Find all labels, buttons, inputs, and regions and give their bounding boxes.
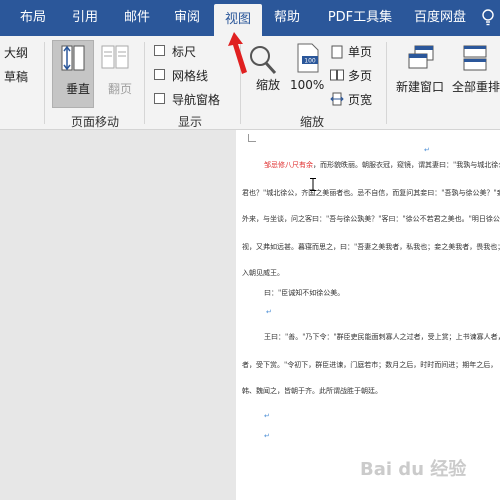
- paragraph-mark: ↵: [264, 412, 270, 420]
- draft-view-button[interactable]: 草稿: [4, 68, 28, 85]
- doc-line: 者，受下赏。"令初下，群臣进谏，门庭若市；数月之后，时时而间进；期年之后，: [242, 361, 498, 369]
- vertical-label: 垂直: [66, 82, 91, 96]
- doc-line: 视，又弗如远甚。暮寝而思之，曰："吾妻之美我者，私我也；妾之美我者，畏我也；: [242, 243, 500, 251]
- document-page[interactable]: [236, 130, 500, 500]
- tab-baidu-netdisk[interactable]: 百度网盘: [404, 0, 476, 36]
- doc-line: 君也？"城北徐公，齐国之美丽者也。忌不自信，而复问其妾曰："吾孰与徐公美？"妾: [242, 189, 500, 197]
- multiple-pages-label[interactable]: 多页: [348, 67, 372, 84]
- outline-view-button[interactable]: 大纲: [4, 44, 28, 61]
- zoom-label: 缩放: [256, 78, 281, 92]
- side-to-side-label: 翻页: [108, 82, 133, 96]
- margin-corner-mark: [248, 134, 256, 142]
- gridlines-checkbox[interactable]: [154, 69, 165, 80]
- one-page-icon[interactable]: [330, 44, 344, 63]
- vertical-pages-icon: [58, 44, 88, 76]
- ruler-label: 标尺: [172, 45, 197, 59]
- doc-line: 王曰："善。"乃下令："群臣吏民能面刺寡人之过者，受上赏；上书谏寡人者，: [264, 333, 500, 341]
- arrange-all-label: 全部重排: [452, 80, 500, 94]
- tab-references[interactable]: 引用: [62, 0, 108, 36]
- new-window-label: 新建窗口: [396, 80, 445, 94]
- red-arrow-annotation: [228, 32, 247, 74]
- one-page-label[interactable]: 单页: [348, 43, 372, 60]
- doc-line: 曰："臣诚知不如徐公美。: [264, 289, 345, 297]
- group-separator: [144, 42, 145, 124]
- doc-line: 韩、魏闻之，皆朝于齐。此所谓战胜于朝廷。: [242, 387, 382, 395]
- side-to-side-icon[interactable]: [100, 44, 130, 76]
- arrange-all-icon[interactable]: [460, 44, 490, 76]
- new-window-icon[interactable]: [406, 44, 436, 76]
- paragraph-mark: ↵: [424, 146, 430, 154]
- svg-text:100: 100: [304, 58, 316, 65]
- paragraph-mark: ↵: [266, 308, 272, 316]
- zoom-group-label: 缩放: [299, 115, 324, 129]
- tab-pdf-tools[interactable]: PDF工具集: [322, 0, 398, 36]
- text-cursor-icon: [310, 178, 316, 191]
- hundred-percent-label: 100%: [290, 78, 325, 92]
- lightbulb-icon[interactable]: [476, 0, 500, 36]
- page-width-label[interactable]: 页宽: [348, 91, 372, 108]
- navigation-pane-checkbox[interactable]: [154, 93, 165, 104]
- doc-line: 外来，与坐谈，问之客曰："吾与徐公孰美？"客曰："徐公不若君之美也。"明日徐公来: [242, 215, 500, 223]
- multiple-pages-icon[interactable]: [330, 67, 344, 86]
- doc-line: 邹忌修八尺有余，而形貌昳丽。朝服衣冠，窥镜，谓其妻曰："我孰与城北徐公: [264, 161, 500, 169]
- show-group-label: 显示: [177, 115, 202, 129]
- group-separator: [44, 42, 45, 124]
- gridlines-label: 网格线: [172, 69, 209, 83]
- tab-mailings[interactable]: 邮件: [114, 0, 160, 36]
- navigation-pane-label: 导航窗格: [172, 93, 221, 107]
- tab-review[interactable]: 审阅: [164, 0, 210, 36]
- paragraph-mark: ↵: [264, 432, 270, 440]
- group-separator: [386, 42, 387, 124]
- watermark: Bai du 经验: [360, 459, 467, 480]
- page-movement-group-label: 页面移动: [70, 115, 119, 129]
- tab-layout[interactable]: 布局: [10, 0, 56, 36]
- ruler-checkbox[interactable]: [154, 45, 165, 56]
- hundred-percent-icon[interactable]: 100: [292, 42, 322, 78]
- doc-line: 入朝见威王。: [242, 269, 284, 277]
- page-width-icon[interactable]: [330, 91, 344, 110]
- tab-help[interactable]: 帮助: [264, 0, 310, 36]
